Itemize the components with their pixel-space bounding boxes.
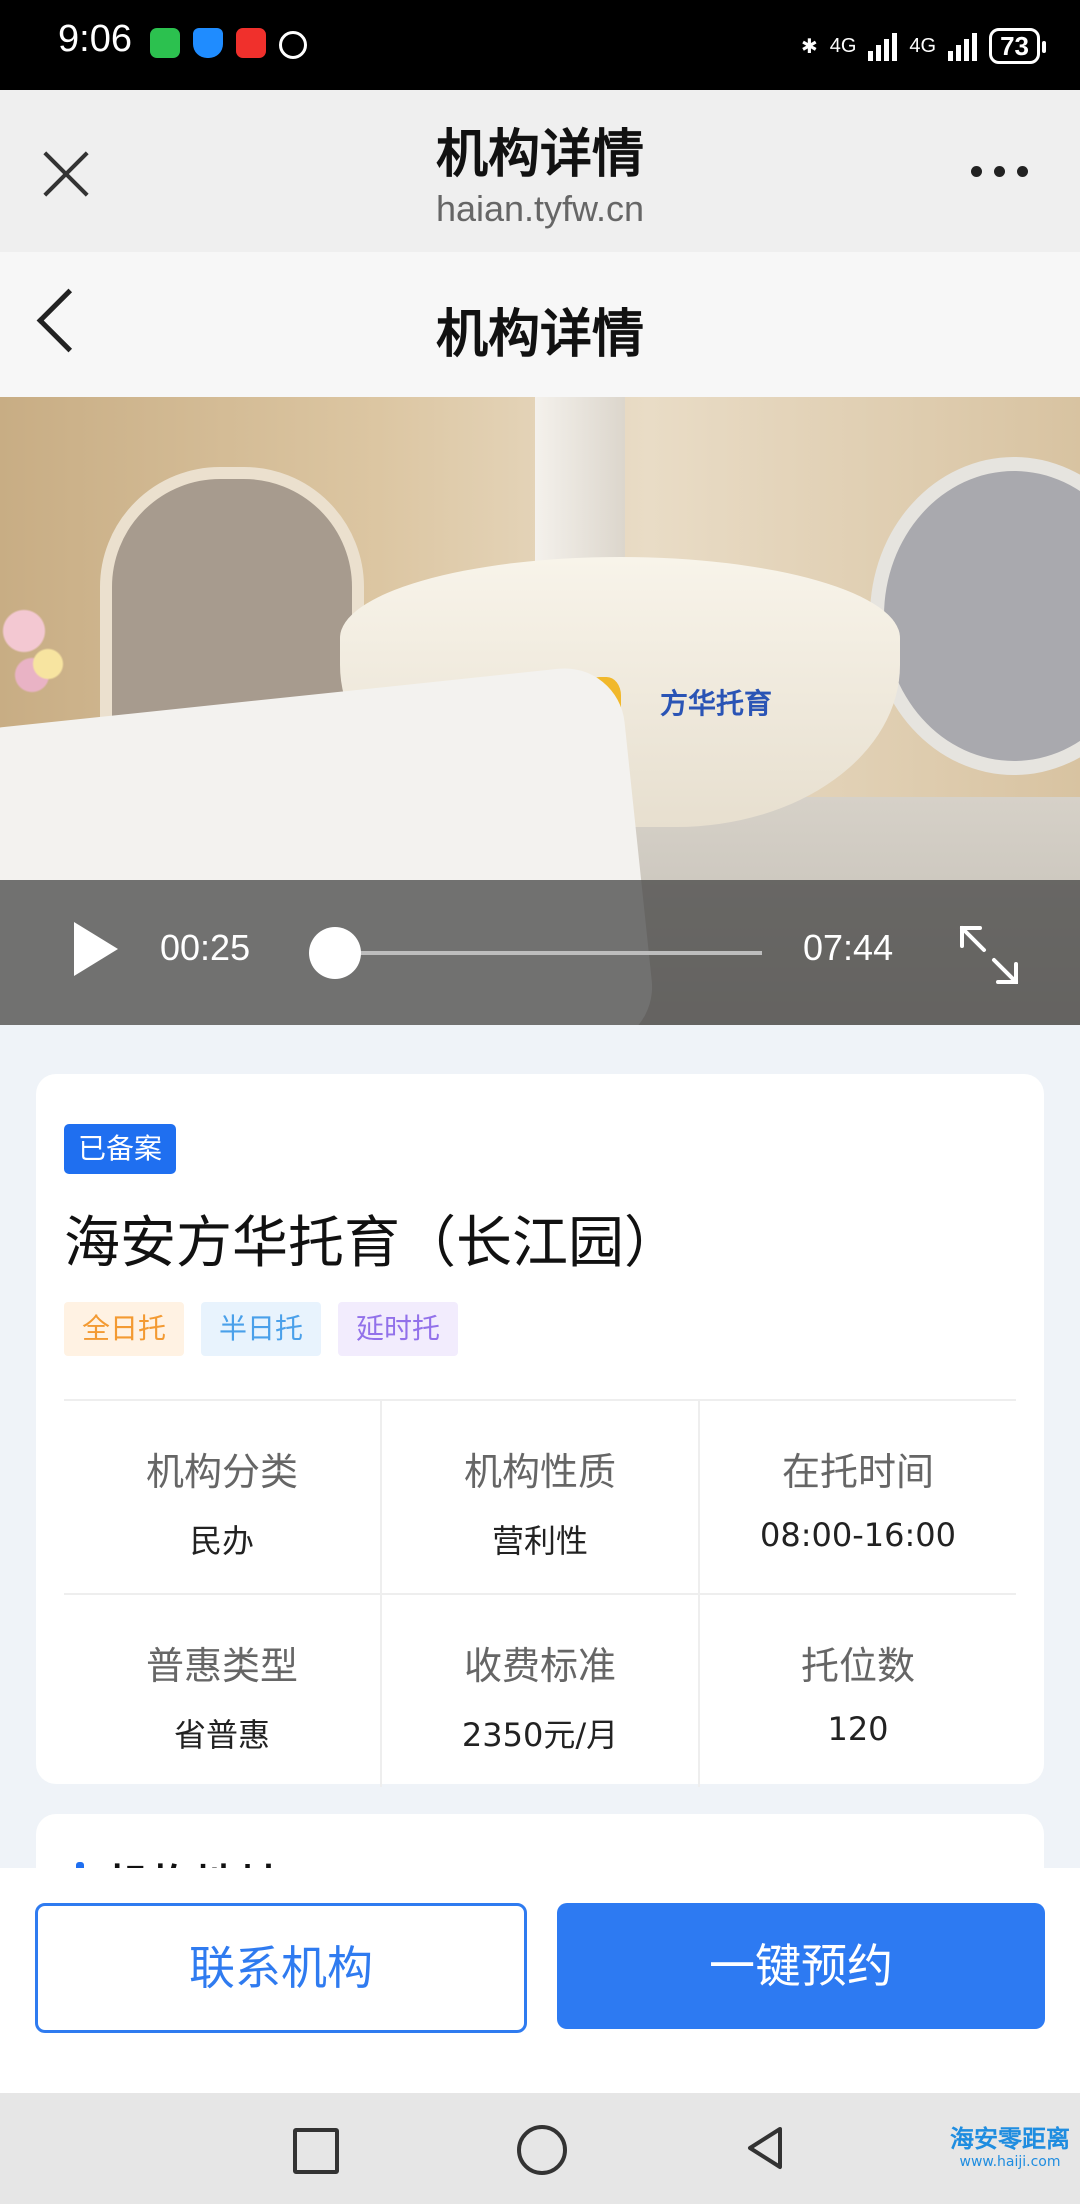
info-value: 08:00-16:00	[760, 1516, 956, 1554]
bottom-action-bar: 联系机构 一键预约	[0, 1868, 1080, 2093]
info-cell-capacity: 托位数 120	[698, 1595, 1016, 1787]
info-value: 省普惠	[173, 1716, 270, 1754]
info-label: 机构分类	[145, 1450, 298, 1494]
video-player[interactable]: 方华托育 00:25 07:44	[0, 397, 1080, 1025]
watermark: 海安零距离 www.haiji.com	[950, 2119, 1070, 2170]
info-label: 收费标准	[463, 1644, 616, 1688]
play-icon[interactable]	[74, 922, 118, 976]
info-label: 在托时间	[781, 1450, 934, 1494]
video-logo-text: 方华托育	[660, 687, 773, 720]
book-button[interactable]: 一键预约	[557, 1903, 1045, 2029]
info-cell-nature: 机构性质 营利性	[380, 1401, 698, 1593]
page-header: 机构详情	[0, 252, 1080, 397]
info-row: 普惠类型 省普惠 收费标准 2350元/月 托位数 120	[64, 1593, 1016, 1787]
status-right: ✱ 4G 4G 73	[800, 24, 1046, 68]
system-nav-bar: 海安零距离 www.haiji.com	[0, 2093, 1080, 2204]
video-controls: 00:25 07:44	[0, 880, 1080, 1025]
recent-apps-icon[interactable]	[293, 2128, 339, 2174]
info-value: 2350元/月	[461, 1716, 619, 1754]
watermark-url: www.haiji.com	[959, 2154, 1061, 2170]
wechat-icon	[150, 28, 180, 58]
info-row: 机构分类 民办 机构性质 营利性 在托时间 08:00-16:00	[64, 1401, 1016, 1593]
tag-full-day: 全日托	[64, 1302, 185, 1356]
page-title: 机构详情	[435, 305, 644, 365]
total-time: 07:44	[803, 927, 894, 968]
more-options-icon[interactable]	[971, 166, 1028, 177]
video-frame-flowers	[0, 587, 80, 697]
progress-track[interactable]	[310, 951, 762, 955]
info-value: 民办	[189, 1522, 254, 1560]
info-cell-category: 机构分类 民办	[64, 1401, 380, 1593]
alarm-icon	[279, 31, 307, 59]
tag-extended: 延时托	[338, 1302, 459, 1356]
browser-header: 机构详情 haian.tyfw.cn	[0, 90, 1080, 252]
service-tags: 全日托 半日托 延时托	[64, 1302, 459, 1356]
info-label: 托位数	[800, 1644, 915, 1688]
info-value: 120	[827, 1710, 889, 1748]
bluetooth-icon: ✱	[800, 35, 818, 58]
contact-button[interactable]: 联系机构	[35, 1903, 527, 2033]
signal-icon-2	[948, 31, 978, 61]
tag-half-day: 半日托	[201, 1302, 322, 1356]
info-label: 机构性质	[463, 1450, 616, 1494]
browser-url: haian.tyfw.cn	[435, 188, 645, 229]
progress-knob[interactable]	[309, 927, 362, 979]
home-icon[interactable]	[517, 2125, 567, 2175]
info-grid: 机构分类 民办 机构性质 营利性 在托时间 08:00-16:00 普惠类型 省…	[64, 1399, 1016, 1787]
network-type-1: 4G	[829, 34, 857, 57]
filed-badge: 已备案	[64, 1124, 177, 1174]
info-cell-subsidy-type: 普惠类型 省普惠	[64, 1595, 380, 1787]
signal-icon	[868, 31, 898, 61]
info-cell-hours: 在托时间 08:00-16:00	[698, 1401, 1016, 1593]
institution-card: 已备案 海安方华托育（长江园） 全日托 半日托 延时托 机构分类 民办 机构性质…	[36, 1074, 1044, 1787]
network-type-2: 4G	[909, 34, 937, 57]
watermark-name: 海安零距离	[950, 2125, 1070, 2153]
app-notification-icon	[236, 28, 266, 58]
status-time: 9:06	[58, 18, 132, 60]
info-cell-fee: 收费标准 2350元/月	[380, 1595, 698, 1787]
browser-title: 机构详情	[435, 125, 644, 185]
battery-indicator: 73	[989, 28, 1046, 64]
back-triangle-icon[interactable]	[740, 2123, 790, 2173]
status-bar: 9:06 ✱ 4G 4G 73	[0, 0, 1080, 90]
info-label: 普惠类型	[145, 1644, 298, 1688]
current-time: 00:25	[160, 927, 251, 968]
shield-icon	[193, 28, 223, 58]
fullscreen-icon[interactable]	[958, 924, 1020, 986]
institution-name: 海安方华托育（长江园）	[64, 1211, 680, 1276]
info-value: 营利性	[491, 1522, 588, 1560]
